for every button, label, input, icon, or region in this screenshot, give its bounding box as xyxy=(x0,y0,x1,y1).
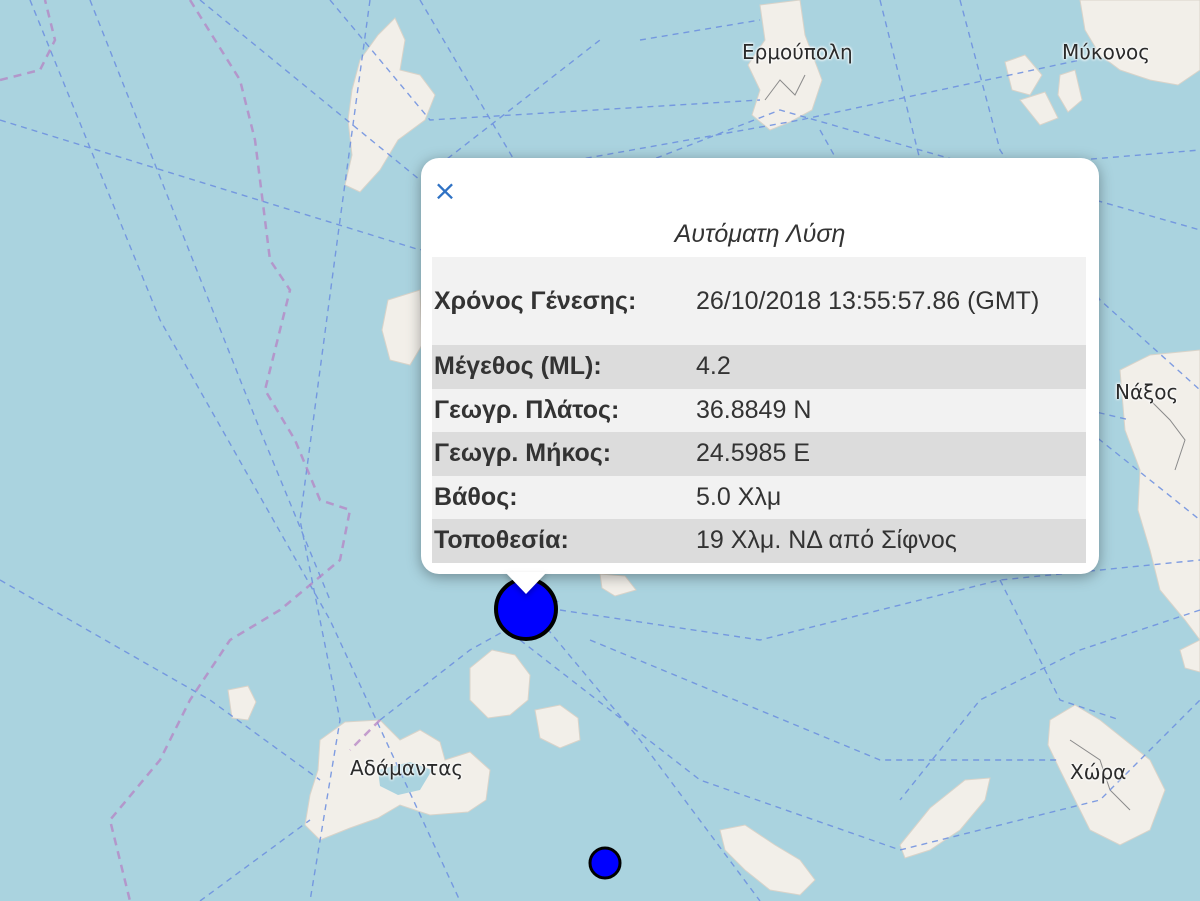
table-row-location: Τοποθεσία: 19 Χλμ. ΝΔ από Σίφνος xyxy=(432,519,1086,563)
longitude-label: Γεωγρ. Μήκος: xyxy=(434,439,612,468)
popup-title: Αυτόματη Λύση xyxy=(674,220,846,248)
earthquake-info-table: Χρόνος Γένεσης: 26/10/2018 13:55:57.86 (… xyxy=(432,257,1086,563)
location-label: Τοποθεσία: xyxy=(434,526,569,555)
map-label-mykonos: Μύκονος xyxy=(1062,40,1150,64)
table-row-longitude: Γεωγρ. Μήκος: 24.5985 E xyxy=(432,432,1086,476)
map-label-naxos: Νάξος xyxy=(1115,380,1179,404)
latitude-label: Γεωγρ. Πλάτος: xyxy=(434,395,620,424)
table-row-magnitude: Μέγεθος (ML): 4.2 xyxy=(432,345,1086,389)
depth-value: 5.0 Χλμ xyxy=(696,482,782,511)
longitude-value: 24.5985 E xyxy=(696,439,810,468)
earthquake-marker-small[interactable] xyxy=(588,846,622,880)
origin-time-label: Χρόνος Γένεσης: xyxy=(434,286,637,315)
close-icon[interactable]: × xyxy=(432,177,458,205)
island-serifos-fragment xyxy=(381,289,423,366)
popup-tip xyxy=(505,572,547,594)
magnitude-value: 4.2 xyxy=(696,352,731,381)
location-value: 19 Χλμ. ΝΔ από Σίφνος xyxy=(696,526,957,555)
origin-time-value: 26/10/2018 13:55:57.86 (GMT) xyxy=(696,287,1040,315)
map-label-chora: Χώρα xyxy=(1070,760,1127,784)
latitude-value: 36.8849 N xyxy=(696,395,812,424)
map-label-ermoupoli: Ερμούπολη xyxy=(742,40,853,64)
map-label-adamantas: Αδάμαντας xyxy=(350,756,464,780)
depth-label: Βάθος: xyxy=(434,482,518,511)
magnitude-label: Μέγεθος (ML): xyxy=(434,352,602,381)
table-row-latitude: Γεωγρ. Πλάτος: 36.8849 N xyxy=(432,388,1086,432)
table-row-origin-time: Χρόνος Γένεσης: 26/10/2018 13:55:57.86 (… xyxy=(432,257,1086,345)
table-row-depth: Βάθος: 5.0 Χλμ xyxy=(432,475,1086,519)
